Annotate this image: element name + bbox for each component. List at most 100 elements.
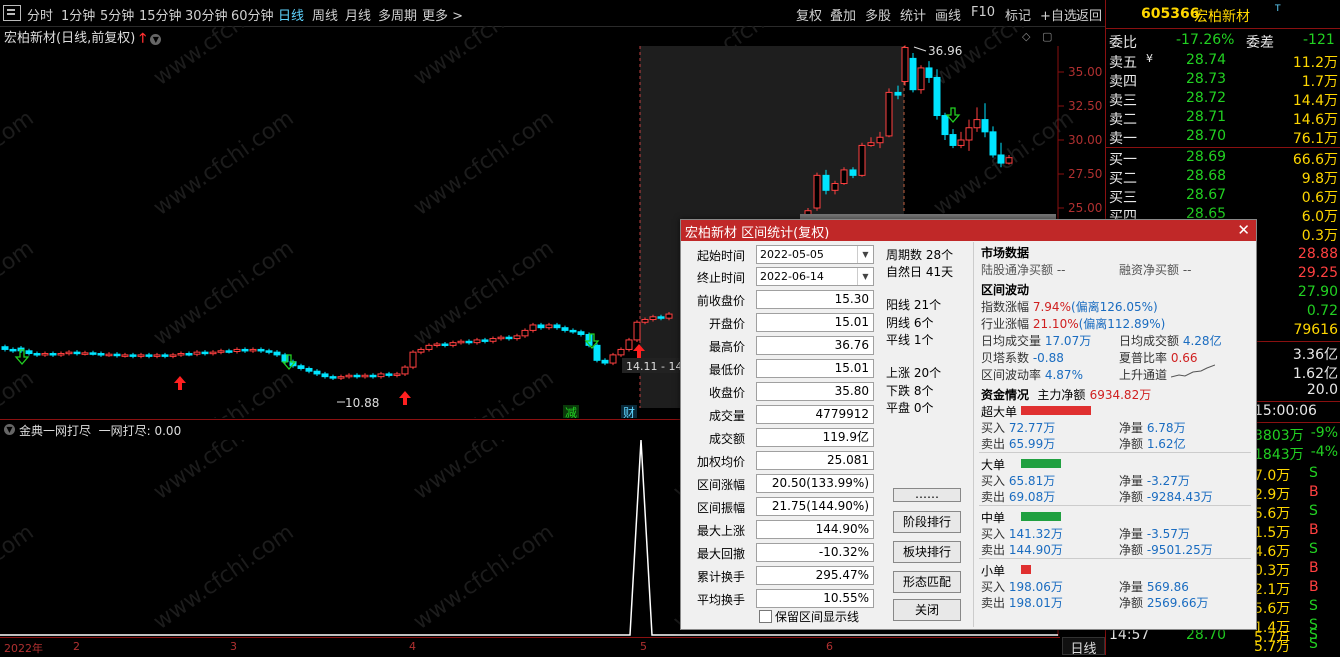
fund-bar [1021,406,1091,415]
yen-icon: ¥ [1146,52,1153,65]
fund-buy: 买入 198.06万 [981,580,1063,594]
candle-body [377,373,385,378]
flow-value: 1843万 [1254,447,1304,463]
tool-fuquan[interactable]: 复权 [796,5,822,24]
tool-duogu[interactable]: 多股 [865,5,891,24]
period-tab-daily[interactable]: 日线 [278,5,304,24]
yang-count: 阳线 21个 [886,298,942,312]
close-icon[interactable]: ✕ [1237,221,1250,239]
chevron-down-icon: ▼ [857,268,873,285]
dropdown-icon[interactable]: ▼ [150,34,162,45]
ask-label: 卖四 [1109,74,1137,90]
tool-zixuan[interactable]: +自选 [1040,5,1077,24]
chart-corner-icons: ◇ ▢ [1022,30,1052,43]
period-indicator[interactable]: 日线 [1062,637,1105,657]
field-label: 平均换手 [696,593,745,607]
candle-body [949,134,957,146]
period-tab-weekly[interactable]: 周线 [312,5,338,24]
price-tick-label: 25.00 [1068,201,1102,215]
ask-row[interactable]: 卖五 ¥28.74 11.2万 [1106,52,1340,71]
event-jian[interactable]: 减 [565,406,577,418]
candle-body [831,183,839,191]
period-tab-30min[interactable]: 30分钟 [185,5,228,24]
dialog-title: 宏柏新材 区间统计(复权) [685,226,830,241]
period-tab-monthly[interactable]: 月线 [345,5,371,24]
tick-vol: 0.3万 [1254,563,1291,579]
tool-tongji[interactable]: 统计 [900,5,926,24]
keep-range-checkbox[interactable] [759,610,772,623]
period-toolbar: 分时 1分钟 5分钟 15分钟 30分钟 60分钟 日线 周线 月线 多周期 更… [0,0,1105,27]
ask-vol: 76.1万 [1292,131,1338,147]
chart-title: 宏柏新材(日线,前复权) [4,31,136,46]
pattern-match-button[interactable]: 形态匹配 [893,571,961,593]
fund-net: 净量 -3.27万 [1119,474,1190,488]
ask-vol: 1.7万 [1301,74,1338,90]
end-date-select[interactable]: 2022-06-14 ▼ [756,267,874,286]
candle-body [177,353,185,356]
candle-body [497,336,505,340]
candle-body [867,142,875,146]
ask-row[interactable]: 卖三 28.72 14.4万 [1106,90,1340,109]
field-label: 开盘价 [708,317,745,331]
fund-sell: 卖出 198.01万 [981,596,1063,610]
watermark-text: www.cfchi.com [0,520,39,635]
period-tab-15min[interactable]: 15分钟 [139,5,182,24]
indicator-dropdown-icon[interactable]: ▼ [4,424,15,435]
candle-body [433,343,441,346]
tool-back[interactable]: 返回 [1076,5,1102,24]
fund-netamt: 净额 1.62亿 [1119,437,1186,451]
candle-body [981,119,989,133]
period-tab-more[interactable]: 更多 > [422,5,463,24]
candle-body [858,144,866,176]
more-button[interactable]: …… [893,488,961,502]
period-tab-1min[interactable]: 1分钟 [61,5,95,24]
period-tab-multi[interactable]: 多周期 [378,5,417,24]
period-tab-fenshi[interactable]: 分时 [27,5,53,24]
menu-icon[interactable] [3,5,21,21]
candle-body [65,351,73,355]
candle-body [505,336,513,340]
dialog-titlebar[interactable]: 宏柏新材 区间统计(复权) ✕ [681,220,1256,241]
candle-body [917,67,925,91]
divider [1106,28,1340,29]
period-tab-60min[interactable]: 60分钟 [231,5,274,24]
start-label: 起始时间 [696,249,745,263]
close-button[interactable]: 关闭 [893,599,961,621]
fund-group-name: 中单 [981,511,1006,525]
start-date-select[interactable]: 2022-05-05 ▼ [756,245,874,264]
ask-row[interactable]: 卖四 28.73 1.7万 [1106,71,1340,90]
tool-diejia[interactable]: 叠加 [830,5,856,24]
tool-biaoji[interactable]: 标记 [1005,5,1031,24]
fund-net: 净量 569.86 [1119,580,1189,594]
candle-body [441,343,449,346]
rz-net: 融资净买额 -- [1119,263,1192,277]
ask-label: 卖五 [1109,55,1137,71]
candle-body [265,350,273,353]
diff-label: 委差 [1246,35,1274,51]
stock-code: 605366 [1141,6,1200,22]
candle-body [137,354,145,357]
ask-row[interactable]: 卖一 28.70 76.1万 [1106,128,1340,147]
buy-arrow-icon [399,391,411,405]
candle-body [9,348,17,352]
ask-row[interactable]: 卖二 28.71 14.6万 [1106,109,1340,128]
field-label: 累计换手 [696,570,745,584]
candle-body [601,359,609,364]
index-change: 指数涨幅 7.94%(偏离126.05%) [981,300,1158,314]
candle-body [894,91,902,96]
stat-value: 28.88 [1297,246,1338,262]
tool-huaxian[interactable]: 画线 [935,5,961,24]
t-badge: T [1275,4,1281,14]
event-cai[interactable]: 财 [623,406,635,418]
sector-rank-button[interactable]: 板块排行 [893,541,961,563]
tool-f10[interactable]: F10 [971,5,995,20]
stage-rank-button[interactable]: 阶段排行 [893,511,961,533]
field-label: 收盘价 [708,386,745,400]
period-tab-5min[interactable]: 5分钟 [100,5,134,24]
ask-price: 28.73 [1186,71,1227,87]
bid-row[interactable]: 买三 28.67 0.6万 [1106,187,1340,206]
candle-body [385,373,393,376]
ratio-label: 委比 [1109,35,1137,51]
bid-row[interactable]: 买二 28.68 9.8万 [1106,168,1340,187]
bid-row[interactable]: 买一 28.69 66.6万 [1106,149,1340,168]
